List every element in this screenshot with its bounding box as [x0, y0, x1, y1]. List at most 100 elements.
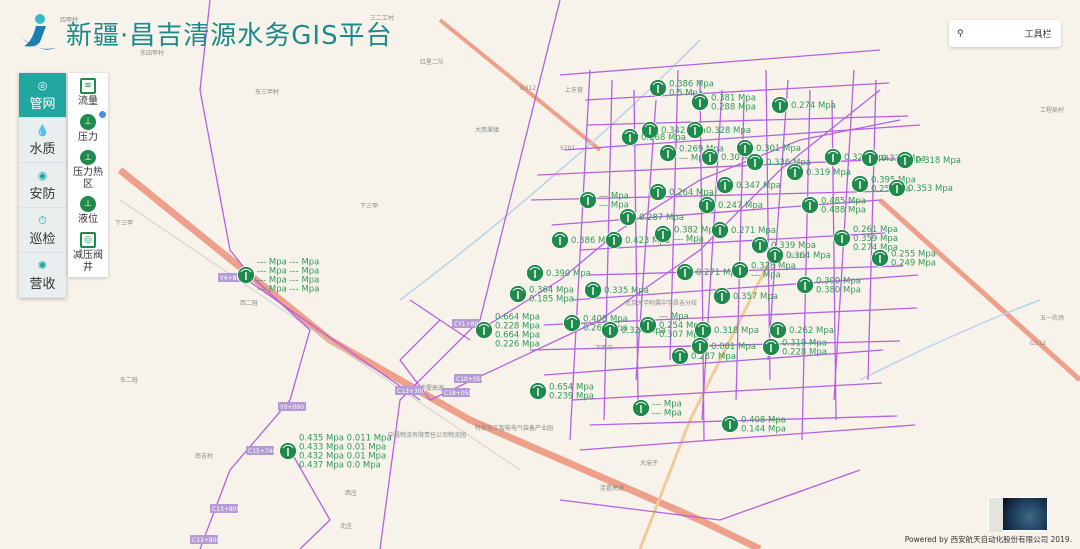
pressure-marker[interactable]: 0.408 Mpa0.144 Mpa — [721, 415, 786, 435]
pressure-marker[interactable]: 0.301 Mpa — [736, 139, 801, 157]
pressure-marker[interactable]: 0.390 Mpa — [526, 264, 591, 282]
pressure-marker[interactable]: 0.319 Mpa — [786, 163, 851, 181]
menu-item-4[interactable]: ✺ 营收 — [19, 253, 66, 298]
pressure-value: 0.271 Mpa — [731, 226, 776, 236]
svg-text:Y0+060: Y0+060 — [279, 404, 304, 411]
pressure-value: 0.301 Mpa — [756, 144, 801, 154]
svg-text:C13+800: C13+800 — [192, 537, 220, 544]
pressure-marker[interactable]: 0.255 Mpa0.249 Mpa — [871, 249, 936, 269]
sun-coin-icon: ✺ — [37, 258, 48, 272]
pressure-marker[interactable]: 0.435 Mpa 0.011 Mpa0.433 Mpa 0.01 Mpa0.4… — [279, 434, 392, 471]
pressure-marker[interactable]: 0.328 Mpa — [686, 121, 751, 139]
place-label: 西庄 — [345, 489, 357, 497]
place-label: 中疆物流有限责任公司物流园 — [388, 431, 466, 439]
place-label: 下三甲 — [360, 203, 378, 210]
pressure-value: --- Mpa — [652, 409, 682, 419]
menu-item-label: 巡检 — [29, 231, 56, 247]
logo: 新疆·昌吉清源水务GIS平台 — [18, 12, 393, 54]
pressure-marker[interactable]: 0.271 Mpa — [676, 263, 741, 281]
place-label: 工程局村 — [1040, 106, 1064, 114]
pressure-marker[interactable]: --- Mpa --- Mpa--- Mpa --- Mpa--- Mpa --… — [237, 258, 320, 295]
pipe-tag: C13+800 — [210, 504, 240, 513]
sub-menu-label: 压力 — [78, 132, 98, 143]
pressure-value: 0.226 Mpa — [495, 340, 540, 350]
water-drop-icon: 💧 — [35, 123, 50, 137]
pressure-value: 0.328 Mpa — [706, 126, 751, 136]
pressure-marker[interactable]: --- Mpa--- Mpa — [579, 191, 629, 211]
sub-menu: ≋ 流量 ⊥ 压力 ⊥ 压力热 区 ⊥ 液位 ◎ 减压阀 井 — [68, 73, 108, 277]
camera-icon: ◉ — [37, 168, 48, 182]
menu-item-2[interactable]: ◉ 安防 — [19, 163, 66, 208]
menu-item-0[interactable]: ◎ 管网 — [19, 73, 66, 118]
pressure-marker[interactable]: 0.353 Mpa — [888, 179, 953, 197]
sub-menu-item-0[interactable]: ≋ 流量 — [68, 73, 108, 109]
pressure-marker[interactable]: 0.262 Mpa — [769, 321, 834, 339]
place-label: 东二畦 — [120, 376, 138, 384]
place-label: 南吉村 — [195, 452, 213, 460]
sub-menu-label: 减压阀 井 — [73, 250, 103, 273]
svg-text:C13+800: C13+800 — [212, 506, 240, 513]
place-label: 下西沟 — [595, 344, 613, 352]
pressure-value: 0.185 Mpa — [529, 295, 574, 305]
pressure-value: 0.390 Mpa — [546, 269, 591, 279]
place-label: 大庙子 — [640, 459, 658, 467]
main-menu: ◎ 管网 💧 水质 ◉ 安防 ⏱ 巡检 ✺ 营收 — [19, 73, 66, 298]
pressure-marker[interactable]: 0.319 Mpa0.228 Mpa — [762, 338, 827, 358]
road-label: 连霍高速 — [600, 484, 624, 492]
toolbar-button[interactable]: 工具栏 — [1025, 27, 1052, 40]
road-label: G312 — [1030, 340, 1046, 347]
place-label: 北京大学附属中学昌吉分校 — [625, 299, 697, 307]
pressure-marker[interactable]: 0.364 Mpa0.185 Mpa — [509, 285, 574, 305]
place-label: 红星二队 — [420, 58, 444, 66]
pressure-value: 0.262 Mpa — [789, 326, 834, 336]
pressure-marker[interactable]: 0.382 Mpa--- Mpa — [654, 225, 719, 245]
menu-item-label: 水质 — [29, 141, 56, 157]
pressure-marker[interactable]: 0.329 Mpa — [824, 148, 889, 166]
pressure-marker[interactable]: 0.335 Mpa — [584, 281, 649, 299]
basemap-switcher[interactable] — [988, 497, 1048, 532]
pressure-marker[interactable]: 0.300 Mpa0.380 Mpa — [796, 276, 861, 296]
sub-menu-item-3[interactable]: ⊥ 液位 — [68, 191, 108, 227]
pressure-marker[interactable]: 0.318 Mpa — [694, 321, 759, 339]
sub-menu-item-4[interactable]: ◎ 减压阀 井 — [68, 227, 108, 273]
place-label: 北庄 — [340, 522, 352, 530]
pressure-marker[interactable]: 0.271 Mpa — [711, 221, 776, 239]
search-icon[interactable]: ⚲ — [957, 29, 964, 39]
pipe-tag: C10+050 — [454, 374, 484, 383]
menu-item-3[interactable]: ⏱ 巡检 — [19, 208, 66, 253]
pressure-marker[interactable]: 0.318 Mpa — [896, 151, 961, 169]
pressure-value: 0.318 Mpa — [916, 156, 961, 166]
pressure-marker[interactable]: 0.664 Mpa0.228 Mpa0.664 Mpa0.226 Mpa — [475, 313, 540, 350]
pressure-marker[interactable]: 0.328 Mpa--- Mpa — [731, 261, 796, 281]
highway — [878, 198, 1080, 382]
place-label: 大西渠镇 — [475, 126, 499, 134]
pipe-line — [767, 79, 789, 361]
pressure-value: 0.437 Mpa 0.0 Mpa — [299, 461, 381, 471]
pressure-marker[interactable]: 0.381 Mpa0.288 Mpa — [691, 93, 756, 113]
sub-menu-item-2[interactable]: ⊥ 压力热 区 — [68, 145, 108, 191]
road-label: S201 — [560, 145, 575, 152]
pipe-tag: C18+050 — [442, 388, 472, 397]
logo-icon — [22, 14, 56, 50]
gis-map[interactable]: 四甲村东四甲村红星二队三二工村东三甲村下三甲下三甲大西渠镇北京大学附属中学昌吉分… — [0, 0, 1080, 549]
sub-menu-label: 液位 — [78, 214, 98, 225]
search-input[interactable] — [969, 28, 1025, 39]
pressure-marker[interactable]: 0.485 Mpa0.488 Mpa — [801, 196, 866, 216]
pressure-marker[interactable]: --- Mpa--- Mpa — [632, 399, 682, 419]
pressure-marker[interactable]: 0.247 Mpa — [698, 196, 763, 214]
checked-icon — [99, 111, 106, 118]
railway — [119, 199, 521, 471]
pressure-value: 0.319 Mpa — [806, 168, 851, 178]
svg-text:C10+050: C10+050 — [456, 376, 484, 383]
place-label: 西二畦 — [240, 299, 258, 307]
pressure-marker[interactable]: 0.654 Mpa0.239 Mpa — [529, 382, 594, 402]
road-label: G312 — [520, 85, 536, 92]
pipe-tag: C13+300 — [395, 386, 425, 395]
sub-menu-item-1[interactable]: ⊥ 压力 — [68, 109, 108, 145]
menu-item-1[interactable]: 💧 水质 — [19, 118, 66, 163]
pressure-heat-icon: ⊥ — [80, 150, 96, 165]
pressure-value: --- Mpa --- Mpa — [257, 285, 319, 295]
pressure-valve-icon: ◎ — [80, 232, 96, 248]
pressure-marker[interactable]: 0.274 Mpa — [771, 96, 836, 114]
pressure-marker[interactable]: 0.395 Mpa0.25 Mpa — [851, 175, 916, 195]
